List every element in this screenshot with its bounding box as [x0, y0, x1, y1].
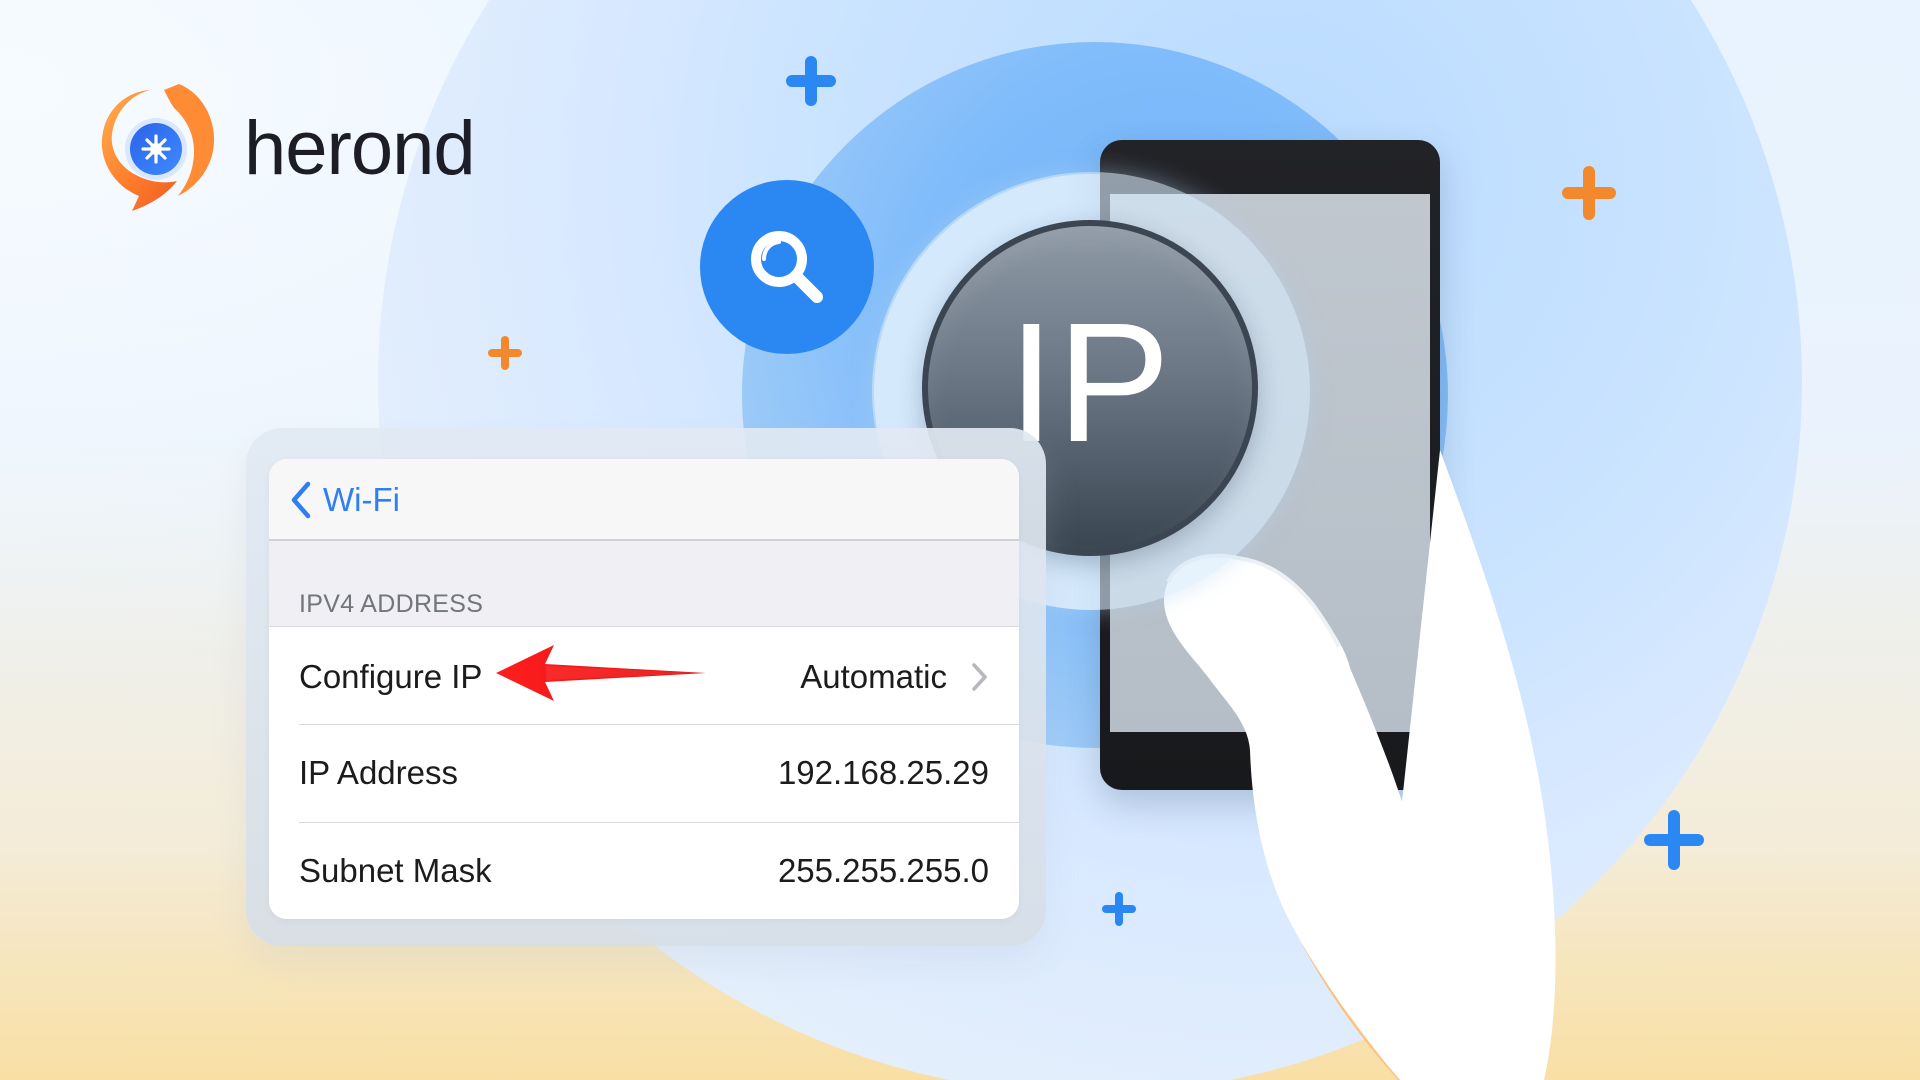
plus-icon — [488, 336, 522, 370]
configure-ip-label: Configure IP — [299, 658, 483, 695]
configure-ip-value: Automatic — [800, 658, 947, 695]
plus-icon — [1562, 166, 1616, 220]
subnet-mask-label: Subnet Mask — [299, 852, 492, 889]
subnet-mask-value: 255.255.255.0 — [777, 852, 989, 889]
navigation-bar: Wi-Fi — [269, 459, 1019, 541]
subnet-mask-row: Subnet Mask 255.255.255.0 — [269, 823, 1019, 919]
chevron-right-icon — [972, 663, 987, 691]
red-arrow-icon — [496, 645, 706, 701]
herond-logo-icon — [101, 84, 215, 211]
ip-address-label: IP Address — [299, 754, 458, 791]
plus-icon — [786, 56, 836, 106]
section-title: IPV4 ADDRESS — [299, 590, 484, 618]
ip-address-value: 192.168.25.29 — [777, 754, 989, 791]
ip-address-row: IP Address 192.168.25.29 — [269, 725, 1019, 821]
brand-name: herond — [244, 106, 476, 191]
chevron-left-icon — [291, 481, 311, 519]
back-button-label: Wi-Fi — [323, 481, 400, 518]
search-badge — [700, 180, 874, 354]
section-header: IPV4 ADDRESS — [269, 541, 1019, 627]
search-icon — [751, 231, 823, 303]
back-button-wifi[interactable]: Wi-Fi — [287, 477, 400, 523]
hero-banner: herond IP Wi-Fi IPV4 ADDRESS Configure I… — [0, 0, 1920, 1080]
